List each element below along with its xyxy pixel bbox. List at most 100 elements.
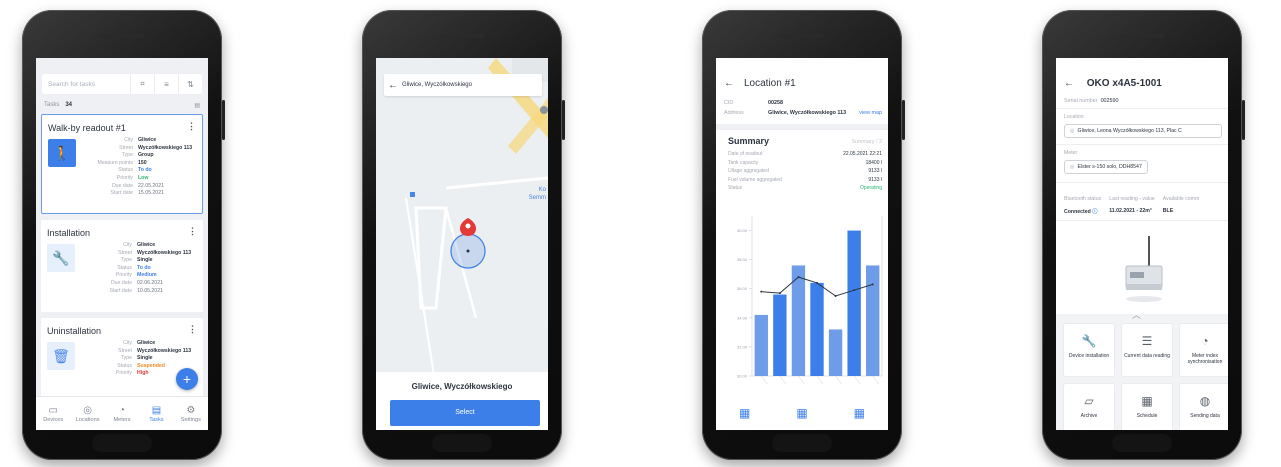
- select-button[interactable]: Select: [390, 400, 540, 426]
- x-tick-label: [853, 375, 861, 385]
- field-label: City: [123, 242, 132, 248]
- task-field-row: City Gliwice: [82, 137, 198, 145]
- y-tick-label: 34.00: [737, 315, 748, 320]
- field-label: City: [124, 137, 133, 143]
- task-field-row: Street Wyczółkowskiego 113: [81, 348, 199, 356]
- action-label: Current data reading: [1124, 353, 1170, 359]
- summary-value: Operating: [860, 185, 882, 191]
- action-label: Archive: [1080, 413, 1098, 419]
- field-label: Status: [117, 264, 132, 271]
- x-tick-label: [816, 375, 824, 385]
- task-field-row: Due date 02.06.2021: [81, 280, 199, 288]
- field-label: City: [123, 340, 132, 346]
- field-label: Street: [118, 249, 132, 256]
- action-tile[interactable]: ☰ Current data reading: [1122, 324, 1172, 376]
- location-chip[interactable]: ◎ Gliwice, Leona Wyczółkowskiego 113, Pla…: [1064, 124, 1222, 138]
- chevron-up-icon[interactable]: ︿: [1132, 308, 1141, 321]
- location-screen: ← Location #1 CID 00258 Address Gliwice, W…: [716, 58, 888, 430]
- map-search-input[interactable]: Gliwice, Wyczółkowskiego: [402, 82, 472, 88]
- trash-icon: 🗑: [47, 342, 75, 370]
- field-value: Medium: [137, 272, 157, 279]
- nav-tasks[interactable]: ▤ Tasks: [139, 397, 173, 430]
- field-label: Type: [121, 152, 133, 159]
- map-label: Ko Semm: [528, 187, 546, 201]
- device-status-row: Bluetooth status Connected ⓘ Last reading…: [1064, 196, 1200, 215]
- field-value: High: [137, 370, 149, 377]
- location-center-dot: [466, 249, 470, 253]
- view-toggle-icon[interactable]: ▤: [194, 102, 200, 109]
- back-arrow-icon[interactable]: ←: [384, 80, 402, 91]
- gear-icon: ⚙: [186, 404, 196, 416]
- summary-value: 22.05.2021 22:21: [843, 151, 882, 157]
- location-header: ← Location #1: [724, 78, 796, 89]
- meter-chip[interactable]: ◎ Elster s-150 solo, DDH8547: [1064, 160, 1148, 174]
- back-arrow-icon[interactable]: ←: [724, 78, 734, 89]
- summary-rows: Date of readout 22.05.2021 22:21 Tank capa…: [728, 150, 882, 193]
- task-field-row: Measure points 150: [82, 160, 198, 168]
- field-label: Priority: [115, 272, 132, 279]
- action-tile[interactable]: 🔧 Device installation: [1064, 324, 1114, 376]
- chart-view-tabs: ▦ ▦ ▦: [716, 406, 888, 420]
- task-search-input[interactable]: Search for tasks: [42, 81, 130, 88]
- more-options-icon[interactable]: ⋮: [187, 121, 196, 132]
- scan-icon[interactable]: ⌗: [130, 74, 154, 94]
- nav-devices[interactable]: ▭ Devices: [36, 397, 70, 430]
- action-tile[interactable]: ◔ Meter index synchronisation: [1180, 324, 1228, 376]
- action-label: Device installation: [1068, 353, 1110, 359]
- summary-label: Fuel volume aggregated: [728, 176, 782, 183]
- cid-value: 00258: [768, 100, 783, 106]
- task-card-walkby[interactable]: Walk-by readout #1 ⋮ 🚶 City Gliwice Street…: [41, 114, 203, 214]
- tasks-screen: Search for tasks ⌗ ≡ ⇅ Tasks 34 ▤ Walk-by…: [36, 58, 208, 430]
- grid-view-icon[interactable]: ▦: [739, 406, 750, 420]
- task-field-row: Status To do: [82, 167, 198, 175]
- field-value: 10.05.2021: [137, 287, 163, 294]
- walk-icon: 🚶: [48, 139, 76, 167]
- summary-row: Fuel volume aggregated 9133 l: [728, 176, 882, 185]
- more-options-icon[interactable]: ⋮: [188, 226, 197, 237]
- nav-meters[interactable]: ◔ Meters: [105, 397, 139, 430]
- serial-number: Serial number 002590: [1064, 98, 1119, 104]
- map-screen: Ko Semm ← Gliwice, Wyczółkowskiego Gliwi…: [376, 58, 548, 430]
- grid-view-icon[interactable]: ▦: [854, 406, 865, 420]
- more-options-icon[interactable]: ⋮: [188, 324, 197, 335]
- device-image: [1125, 236, 1163, 302]
- add-task-button[interactable]: +: [176, 368, 198, 390]
- bar: [810, 282, 824, 376]
- sort-icon[interactable]: ⇅: [178, 74, 202, 94]
- field-value: Single: [137, 355, 153, 362]
- action-label: Meter index synchronisation: [1187, 353, 1223, 365]
- view-map-link[interactable]: view map: [859, 110, 882, 116]
- field-label: Measure points: [97, 159, 133, 166]
- field-value: Group: [138, 152, 154, 159]
- summary-pager[interactable]: Summary / 2: [851, 139, 882, 145]
- task-fields: City Gliwice Street Wyczółkowskiego 113 Type…: [81, 242, 199, 295]
- line-point: [778, 292, 781, 295]
- phone-device: ← OKO x4A5-1001 Serial number 002590 Loca…: [1042, 10, 1245, 460]
- field-label: Priority: [115, 370, 132, 377]
- summary-value: 9133 l: [868, 168, 882, 174]
- line-point: [834, 295, 837, 297]
- line-point: [816, 281, 818, 284]
- grid-view-icon[interactable]: ▦: [796, 406, 807, 420]
- nav-locations[interactable]: ◎ Locations: [70, 397, 104, 430]
- action-tile[interactable]: ▱ Archive: [1064, 384, 1114, 430]
- y-tick-label: 36.00: [737, 286, 748, 291]
- line-point: [760, 290, 763, 293]
- filter-icon[interactable]: ≡: [154, 74, 178, 94]
- phone-tasks: Search for tasks ⌗ ≡ ⇅ Tasks 34 ▤ Walk-by…: [22, 10, 225, 460]
- nav-settings[interactable]: ⚙ Settings: [174, 397, 208, 430]
- task-card-installation[interactable]: Installation ⋮ 🔧 City Gliwice Street Wyczół…: [41, 220, 203, 312]
- action-label: Schedule: [1136, 413, 1158, 419]
- info-icon[interactable]: ⓘ: [1092, 209, 1097, 215]
- field-value: 02.06.2021: [137, 279, 163, 286]
- field-value: Gliwice: [138, 137, 157, 143]
- back-arrow-icon[interactable]: ←: [1064, 78, 1074, 89]
- field-value: Wyczółkowskiego 113: [138, 144, 193, 151]
- bar: [828, 329, 843, 376]
- summary-row: Date of readout 22.05.2021 22:21: [728, 150, 882, 159]
- map-search-bar: ← Gliwice, Wyczółkowskiego: [384, 74, 542, 96]
- summary-title: Summary: [728, 136, 770, 146]
- map-bus-stop-icon: [410, 192, 415, 197]
- action-tile[interactable]: ▦ Schedule: [1122, 384, 1172, 430]
- action-tile[interactable]: ◍ Sending data: [1180, 384, 1228, 430]
